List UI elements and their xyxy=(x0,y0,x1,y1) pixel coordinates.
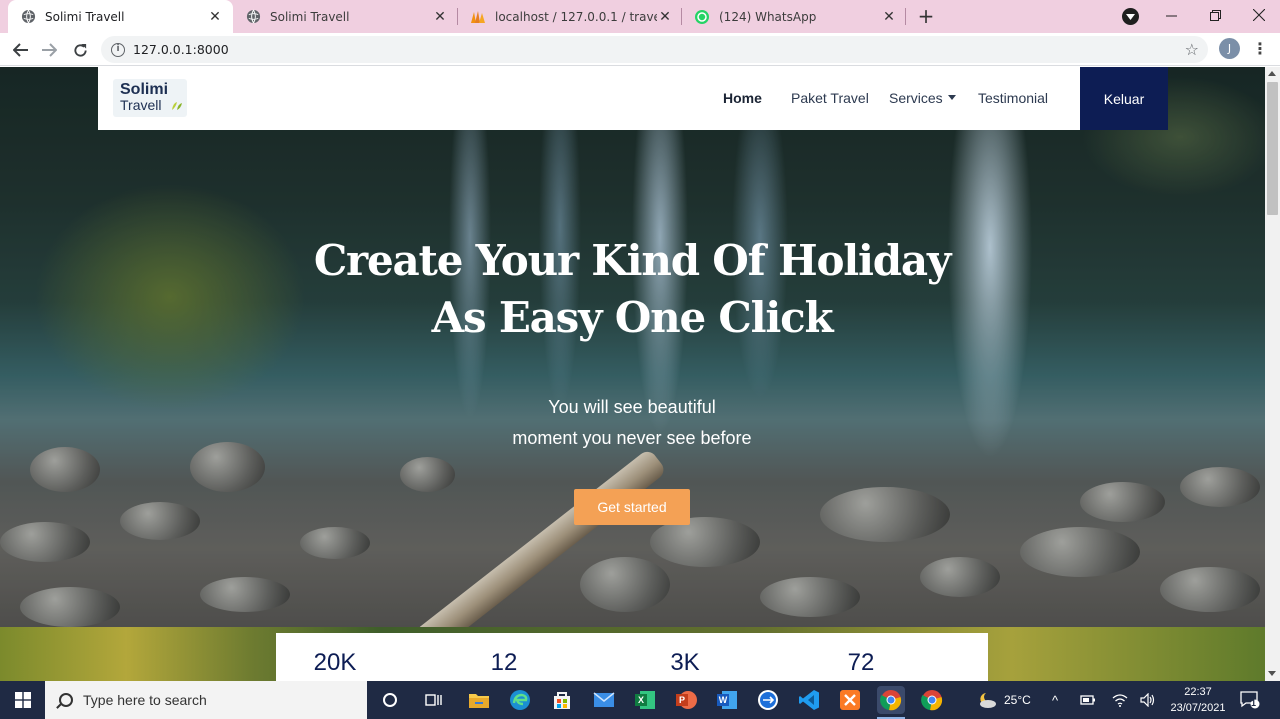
hero-subtitle-line1: You will see beautiful xyxy=(548,397,716,417)
powerpoint-icon[interactable]: P xyxy=(672,686,700,714)
url-text[interactable]: 127.0.0.1:8000 xyxy=(133,42,229,57)
task-view-icon[interactable] xyxy=(420,686,448,714)
windows-start-icon[interactable] xyxy=(0,681,45,719)
browser-toolbar: i 127.0.0.1:8000 ☆ J ⋮ xyxy=(0,33,1280,66)
notification-count: 1 xyxy=(1251,698,1257,708)
leaf-icon xyxy=(172,102,182,110)
tab-title: localhost / 127.0.0.1 / travelingku xyxy=(495,9,657,24)
vscode-icon[interactable] xyxy=(795,686,823,714)
bookmark-star-icon[interactable]: ☆ xyxy=(1185,40,1199,59)
nav-home[interactable]: Home xyxy=(723,90,762,106)
svg-text:X: X xyxy=(638,695,644,705)
stat-value: 20K xyxy=(313,649,357,676)
logo-line2: Travell xyxy=(120,97,162,113)
tab-search-chevron-icon[interactable] xyxy=(1122,8,1139,25)
reload-icon[interactable] xyxy=(67,37,93,63)
store-icon[interactable] xyxy=(548,686,576,714)
stat-value: 3K xyxy=(670,649,700,676)
forward-arrow-icon[interactable] xyxy=(36,37,62,63)
nav-services-dropdown[interactable]: Services xyxy=(889,90,956,106)
hero-subtitle: You will see beautiful moment you never … xyxy=(432,392,832,454)
whatsapp-icon xyxy=(694,9,710,25)
nav-testimonial[interactable]: Testimonial xyxy=(978,90,1048,106)
remote-app-icon[interactable] xyxy=(754,686,782,714)
stat-value: 72 xyxy=(847,649,875,676)
new-tab-plus-icon[interactable]: + xyxy=(914,4,938,28)
nav-services-label: Services xyxy=(889,90,943,106)
close-icon[interactable]: ✕ xyxy=(657,9,673,25)
get-started-button[interactable]: Get started xyxy=(574,489,690,525)
tab-title: Solimi Travell xyxy=(45,9,125,24)
scroll-up-arrow-icon[interactable] xyxy=(1268,71,1276,76)
tab-solimi-travell-active[interactable]: Solimi Travell ✕ xyxy=(8,0,233,33)
excel-icon[interactable]: X xyxy=(631,686,659,714)
clock-date: 23/07/2021 xyxy=(1170,702,1226,714)
taskbar-search-box[interactable]: Type here to search xyxy=(45,681,367,719)
search-icon xyxy=(59,693,73,707)
caret-down-icon xyxy=(947,95,956,100)
tray-chevron-up-icon[interactable]: ^ xyxy=(1052,681,1058,719)
stats-card: 20K 12 3K 72 xyxy=(276,633,988,681)
minimize-icon[interactable] xyxy=(1149,0,1194,30)
svg-text:W: W xyxy=(719,695,728,705)
hero-subtitle-line2: moment you never see before xyxy=(512,428,752,448)
cortana-icon[interactable] xyxy=(376,686,404,714)
chrome-icon-active[interactable] xyxy=(877,686,905,714)
tab-title: (124) WhatsApp xyxy=(719,9,817,24)
page-scrollbar[interactable] xyxy=(1265,67,1280,681)
tab-solimi-travell[interactable]: Solimi Travell ✕ xyxy=(233,0,458,33)
stat-value: 12 xyxy=(490,649,518,676)
svg-text:P: P xyxy=(679,695,685,705)
battery-icon[interactable] xyxy=(1080,681,1096,719)
weather-widget[interactable]: 25°C xyxy=(976,681,1031,719)
chrome-icon[interactable] xyxy=(918,686,946,714)
logout-button[interactable]: Keluar xyxy=(1080,67,1168,130)
tab-whatsapp[interactable]: (124) WhatsApp ✕ xyxy=(682,0,907,33)
hero-title-line1: Create Your Kind Of Holiday xyxy=(313,236,952,285)
taskbar-clock[interactable]: 22:37 23/07/2021 xyxy=(1168,684,1228,716)
site-navbar: Solimi Travell Home Paket Travel Service… xyxy=(98,67,1168,130)
word-icon[interactable]: W xyxy=(713,686,741,714)
tab-phpmyadmin[interactable]: localhost / 127.0.0.1 / travelingku ✕ xyxy=(458,0,683,33)
info-icon[interactable]: i xyxy=(111,42,125,57)
scroll-thumb[interactable] xyxy=(1267,82,1278,215)
globe-icon xyxy=(245,9,261,25)
notification-center-icon[interactable]: 1 xyxy=(1240,681,1260,719)
close-icon[interactable]: ✕ xyxy=(881,9,897,25)
file-explorer-icon[interactable] xyxy=(465,686,493,714)
clock-time: 22:37 xyxy=(1184,686,1212,698)
hero-title: Create Your Kind Of Holiday As Easy One … xyxy=(232,232,1032,346)
browser-tabstrip: Solimi Travell ✕ Solimi Travell ✕ localh… xyxy=(0,0,1280,33)
close-icon[interactable]: ✕ xyxy=(207,9,223,25)
phpmyadmin-icon xyxy=(470,9,486,25)
back-arrow-icon[interactable] xyxy=(7,37,33,63)
wifi-icon[interactable] xyxy=(1112,681,1128,719)
site-logo[interactable]: Solimi Travell xyxy=(113,79,187,117)
page-viewport: Solimi Travell Home Paket Travel Service… xyxy=(0,67,1265,681)
close-icon[interactable]: ✕ xyxy=(432,9,448,25)
tab-divider xyxy=(905,8,906,25)
weather-temperature: 25°C xyxy=(1004,693,1031,707)
hero-title-line2: As Easy One Click xyxy=(431,293,834,342)
restore-icon[interactable] xyxy=(1193,0,1238,30)
search-placeholder: Type here to search xyxy=(83,692,207,708)
address-bar[interactable]: i 127.0.0.1:8000 ☆ xyxy=(101,36,1208,63)
nav-paket-travel[interactable]: Paket Travel xyxy=(791,90,869,106)
scroll-down-arrow-icon[interactable] xyxy=(1268,671,1276,676)
volume-icon[interactable] xyxy=(1140,681,1156,719)
hero-overlay xyxy=(0,67,1265,627)
profile-avatar[interactable]: J xyxy=(1219,38,1240,59)
edge-browser-icon[interactable] xyxy=(506,686,534,714)
windows-taskbar: Type here to search X P W 25°C ^ 22:37 2… xyxy=(0,681,1280,719)
mail-icon[interactable] xyxy=(590,686,618,714)
more-menu-icon[interactable]: ⋮ xyxy=(1250,39,1270,61)
weather-moon-cloud-icon xyxy=(980,693,996,708)
tab-title: Solimi Travell xyxy=(270,9,350,24)
window-close-icon[interactable] xyxy=(1236,0,1280,30)
xampp-icon[interactable] xyxy=(836,686,864,714)
globe-icon xyxy=(20,9,36,25)
logo-line1: Solimi xyxy=(120,81,169,98)
